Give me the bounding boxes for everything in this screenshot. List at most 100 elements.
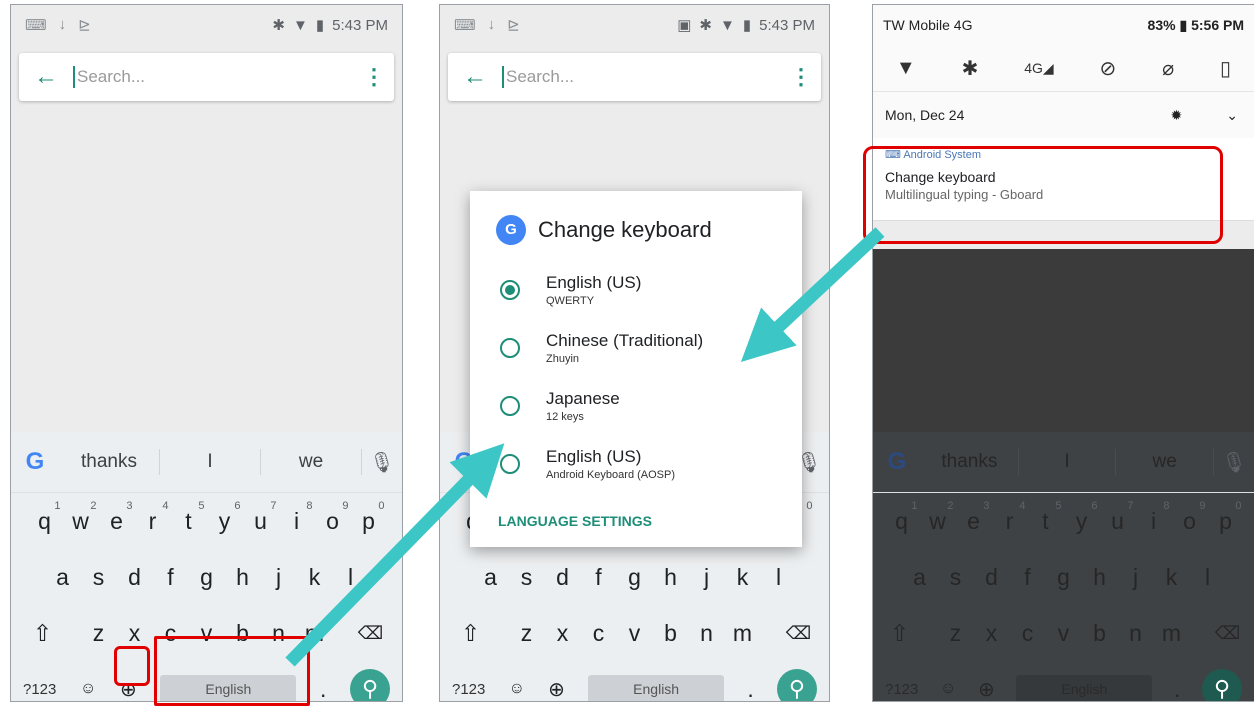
shift-key-icon: ⇧ [889, 619, 910, 646]
search-key-icon[interactable]: ⚲ [776, 669, 817, 701]
period-key[interactable]: . [320, 676, 326, 702]
key-k[interactable]: k [725, 564, 761, 591]
emoji-key-icon[interactable]: ☺ [509, 680, 525, 698]
key-row-3: ⇧ z x c v b n m ⌫ [873, 605, 1254, 661]
key-f[interactable]: f [581, 564, 617, 591]
do-not-disturb-icon[interactable]: ⊘ [1100, 56, 1117, 81]
settings-gear-icon[interactable]: ✹ [1171, 107, 1183, 124]
key-s[interactable]: s [81, 564, 117, 591]
google-icon[interactable]: G [11, 448, 59, 476]
period-key[interactable]: . [747, 676, 753, 702]
shift-key-icon[interactable]: ⇧ [453, 620, 489, 647]
wifi-icon[interactable]: ▼ [896, 57, 916, 80]
language-settings-link[interactable]: LANGUAGE SETTINGS [470, 493, 802, 529]
key-w: w2 [929, 499, 954, 534]
clock: 5:43 PM [332, 16, 388, 34]
key-t[interactable]: t5 [171, 500, 207, 535]
key-m[interactable]: m [725, 620, 761, 647]
key-a[interactable]: a [473, 564, 509, 591]
radio-button[interactable] [500, 280, 520, 300]
key-v[interactable]: v [617, 620, 653, 647]
key-h[interactable]: h [653, 564, 689, 591]
carrier-name: TW Mobile 4G [883, 17, 973, 33]
radio-button[interactable] [500, 454, 520, 474]
key-n[interactable]: n [689, 620, 725, 647]
key-o[interactable]: o9 [315, 500, 351, 535]
search-key-icon[interactable]: ⚲ [350, 669, 390, 701]
key-q[interactable]: q1 [27, 500, 63, 535]
mobile-data-icon[interactable]: 4G◢ [1024, 60, 1053, 77]
key-z[interactable]: z [509, 620, 545, 647]
rotation-icon[interactable]: ▯ [1220, 56, 1231, 81]
key-hint: 0 [378, 499, 385, 512]
key-x[interactable]: x [545, 620, 581, 647]
search-input[interactable]: Search... [502, 66, 781, 88]
key-z: z [949, 619, 962, 646]
bluetooth-icon[interactable]: ✱ [962, 56, 979, 81]
suggestion[interactable]: I [160, 449, 261, 475]
suggestion[interactable]: thanks [59, 449, 160, 475]
more-options-icon[interactable]: ⋮ [781, 64, 821, 90]
key-f[interactable]: f [153, 564, 189, 591]
key-y[interactable]: y6 [207, 500, 243, 535]
key-c: c [1021, 619, 1034, 646]
back-arrow-icon[interactable]: ← [448, 63, 502, 91]
shift-key-icon[interactable]: ⇧ [25, 620, 61, 647]
keyboard-option[interactable]: English (US) Android Keyboard (AOSP) [470, 435, 802, 493]
key-w[interactable]: w2 [63, 500, 99, 535]
search-input[interactable]: Search... [73, 66, 354, 88]
key-i[interactable]: i8 [279, 500, 315, 535]
key-g[interactable]: g [189, 564, 225, 591]
key-d[interactable]: d [117, 564, 153, 591]
chevron-down-icon[interactable]: ⌄ [1226, 107, 1238, 124]
radio-button[interactable] [500, 396, 520, 416]
radio-button[interactable] [500, 338, 520, 358]
key-a[interactable]: a [45, 564, 81, 591]
globe-icon[interactable]: ⊕ [548, 677, 565, 702]
symbols-key[interactable]: ?123 [452, 681, 485, 698]
key-r[interactable]: r4 [135, 500, 171, 535]
backspace-key-icon[interactable]: ⌫ [353, 623, 389, 644]
key-hint: 5 [198, 499, 205, 512]
clock: 5:56 PM [1191, 16, 1244, 33]
key-b[interactable]: b [653, 620, 689, 647]
status-bar: ⌨ ↓ ⊵ ✱ ▼ ▮ 5:43 PM [11, 5, 402, 45]
keyboard-option[interactable]: Japanese 12 keys [470, 377, 802, 435]
key-s[interactable]: s [509, 564, 545, 591]
change-keyboard-dialog: G Change keyboard English (US) QWERTY Chin… [470, 191, 802, 547]
symbols-key[interactable]: ?123 [23, 681, 56, 698]
key-x[interactable]: x [117, 620, 153, 647]
backspace-key-icon[interactable]: ⌫ [781, 623, 817, 644]
suggestion[interactable]: we [261, 449, 362, 475]
key-f: f [1024, 563, 1031, 590]
microphone-icon[interactable]: 🎙 [362, 450, 402, 475]
more-options-icon[interactable]: ⋮ [354, 64, 394, 90]
keyboard: G thanks I we 🎙 q1 w2 e3 r4 t5 y6 u7 i8 o9 p0 asd… [873, 432, 1254, 701]
key-hint: 8 [306, 499, 313, 512]
key-g[interactable]: g [617, 564, 653, 591]
key-z[interactable]: z [81, 620, 117, 647]
key-e[interactable]: e3 [99, 500, 135, 535]
signal-status-icon: ⊵ [507, 17, 520, 34]
key-k[interactable]: k [297, 564, 333, 591]
key-j[interactable]: j [261, 564, 297, 591]
key-h[interactable]: h [225, 564, 261, 591]
key-c[interactable]: c [581, 620, 617, 647]
search-bar: ← Search... ⋮ [448, 53, 821, 101]
key-u[interactable]: u7 [243, 500, 279, 535]
emoji-key-icon[interactable]: ☺ [80, 680, 96, 698]
keyboard-option[interactable]: English (US) QWERTY [470, 261, 802, 319]
space-key[interactable]: English [588, 675, 725, 701]
keyboard-option[interactable]: Chinese (Traditional) Zhuyin [470, 319, 802, 377]
key-row-bottom: ?123 ☺ ⊕ English . ⚲ [440, 661, 829, 702]
battery-percent: 83% [1147, 16, 1176, 33]
key-d[interactable]: d [545, 564, 581, 591]
key-j[interactable]: j [689, 564, 725, 591]
key-l[interactable]: l [761, 564, 797, 591]
key-p[interactable]: p0 [351, 500, 387, 535]
back-arrow-icon[interactable]: ← [19, 63, 73, 91]
flashlight-icon[interactable]: ⌀ [1162, 56, 1174, 81]
key-l[interactable]: l [333, 564, 369, 591]
suggestion-strip: G thanks I we 🎙 [873, 432, 1254, 493]
key-row-3: ⇧ z x c v b n m ⌫ [440, 605, 829, 661]
